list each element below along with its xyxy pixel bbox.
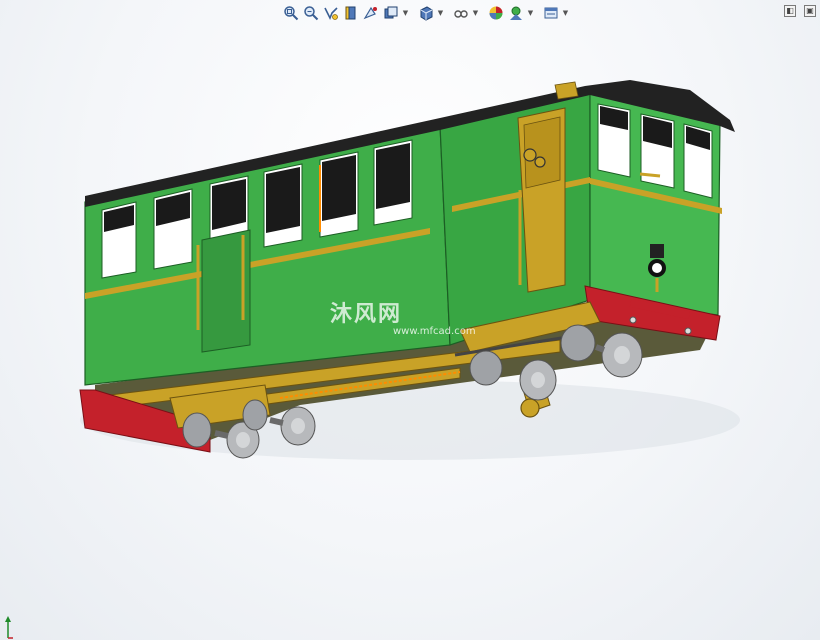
scene-dropdown-icon[interactable]: ▼ <box>527 4 534 22</box>
watermark-url: www.mfcad.com <box>393 326 476 337</box>
hide-show-button[interactable] <box>452 4 470 22</box>
previous-view-icon <box>324 7 338 20</box>
view-settings-icon <box>544 7 558 19</box>
reference-triad-icon <box>5 616 13 639</box>
watermark-logo: 沐风网 <box>330 302 403 327</box>
maximize-icon: ▣ <box>806 6 814 15</box>
zoom-area-icon <box>304 6 319 21</box>
annotation-button[interactable] <box>362 4 380 22</box>
scene-button[interactable] <box>507 4 525 22</box>
restore-window-button[interactable]: ◧ <box>784 5 796 17</box>
view-settings-dropdown-icon[interactable]: ▼ <box>562 4 569 22</box>
zoom-fit-icon <box>284 6 299 21</box>
window-controls: ◧ ▣ <box>784 5 816 17</box>
graphics-area[interactable] <box>0 24 820 624</box>
view-orientation-icon <box>384 6 398 19</box>
previous-view-button[interactable] <box>322 4 340 22</box>
hide-show-icon <box>454 10 468 18</box>
zoom-area-button[interactable] <box>302 4 320 22</box>
view-settings-button[interactable] <box>542 4 560 22</box>
display-style-dropdown-icon[interactable]: ▼ <box>437 4 444 22</box>
view-orientation-button[interactable] <box>382 4 400 22</box>
appearance-icon <box>489 6 503 20</box>
view-orientation-dropdown-icon[interactable]: ▼ <box>402 4 409 22</box>
zoom-fit-button[interactable] <box>282 4 300 22</box>
hide-show-dropdown-icon[interactable]: ▼ <box>472 4 479 22</box>
display-style-icon <box>420 6 433 21</box>
section-view-icon <box>345 6 356 20</box>
heads-up-view-toolbar: ▼ ▼ ▼ ▼ ▼ <box>282 3 569 23</box>
section-view-button[interactable] <box>342 4 360 22</box>
restore-icon: ◧ <box>786 6 794 15</box>
scene-icon <box>510 6 522 20</box>
maximize-window-button[interactable]: ▣ <box>804 5 816 17</box>
annotation-icon <box>363 6 377 20</box>
appearance-button[interactable] <box>487 4 505 22</box>
display-style-button[interactable] <box>417 4 435 22</box>
